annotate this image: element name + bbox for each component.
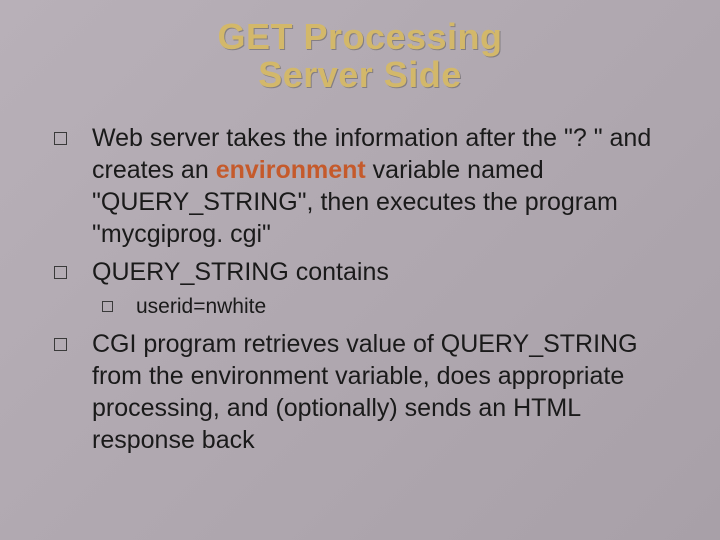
- bullet-list: Web server takes the information after t…: [48, 122, 672, 457]
- sub-bullet-text: userid=nwhite: [136, 295, 266, 318]
- square-bullet-icon: [102, 301, 113, 312]
- sub-bullet-list: userid=nwhite: [92, 294, 672, 321]
- bullet-text: QUERY_STRING contains: [92, 258, 389, 286]
- bullet-item: CGI program retrieves value of QUERY_STR…: [48, 328, 672, 456]
- sub-bullet-item: userid=nwhite: [92, 294, 672, 321]
- title-line-2: Server Side: [258, 54, 462, 95]
- bullet-item: QUERY_STRING contains userid=nwhite: [48, 256, 672, 321]
- square-bullet-icon: [54, 266, 67, 279]
- bullet-text: CGI program retrieves value of QUERY_STR…: [92, 330, 638, 454]
- title-line-1: GET Processing: [217, 16, 502, 57]
- emphasis-text: environment: [216, 156, 366, 184]
- square-bullet-icon: [54, 338, 67, 351]
- slide: GET Processing Server Side Web server ta…: [0, 0, 720, 540]
- square-bullet-icon: [54, 132, 67, 145]
- slide-title: GET Processing Server Side: [48, 18, 672, 94]
- bullet-item: Web server takes the information after t…: [48, 122, 672, 250]
